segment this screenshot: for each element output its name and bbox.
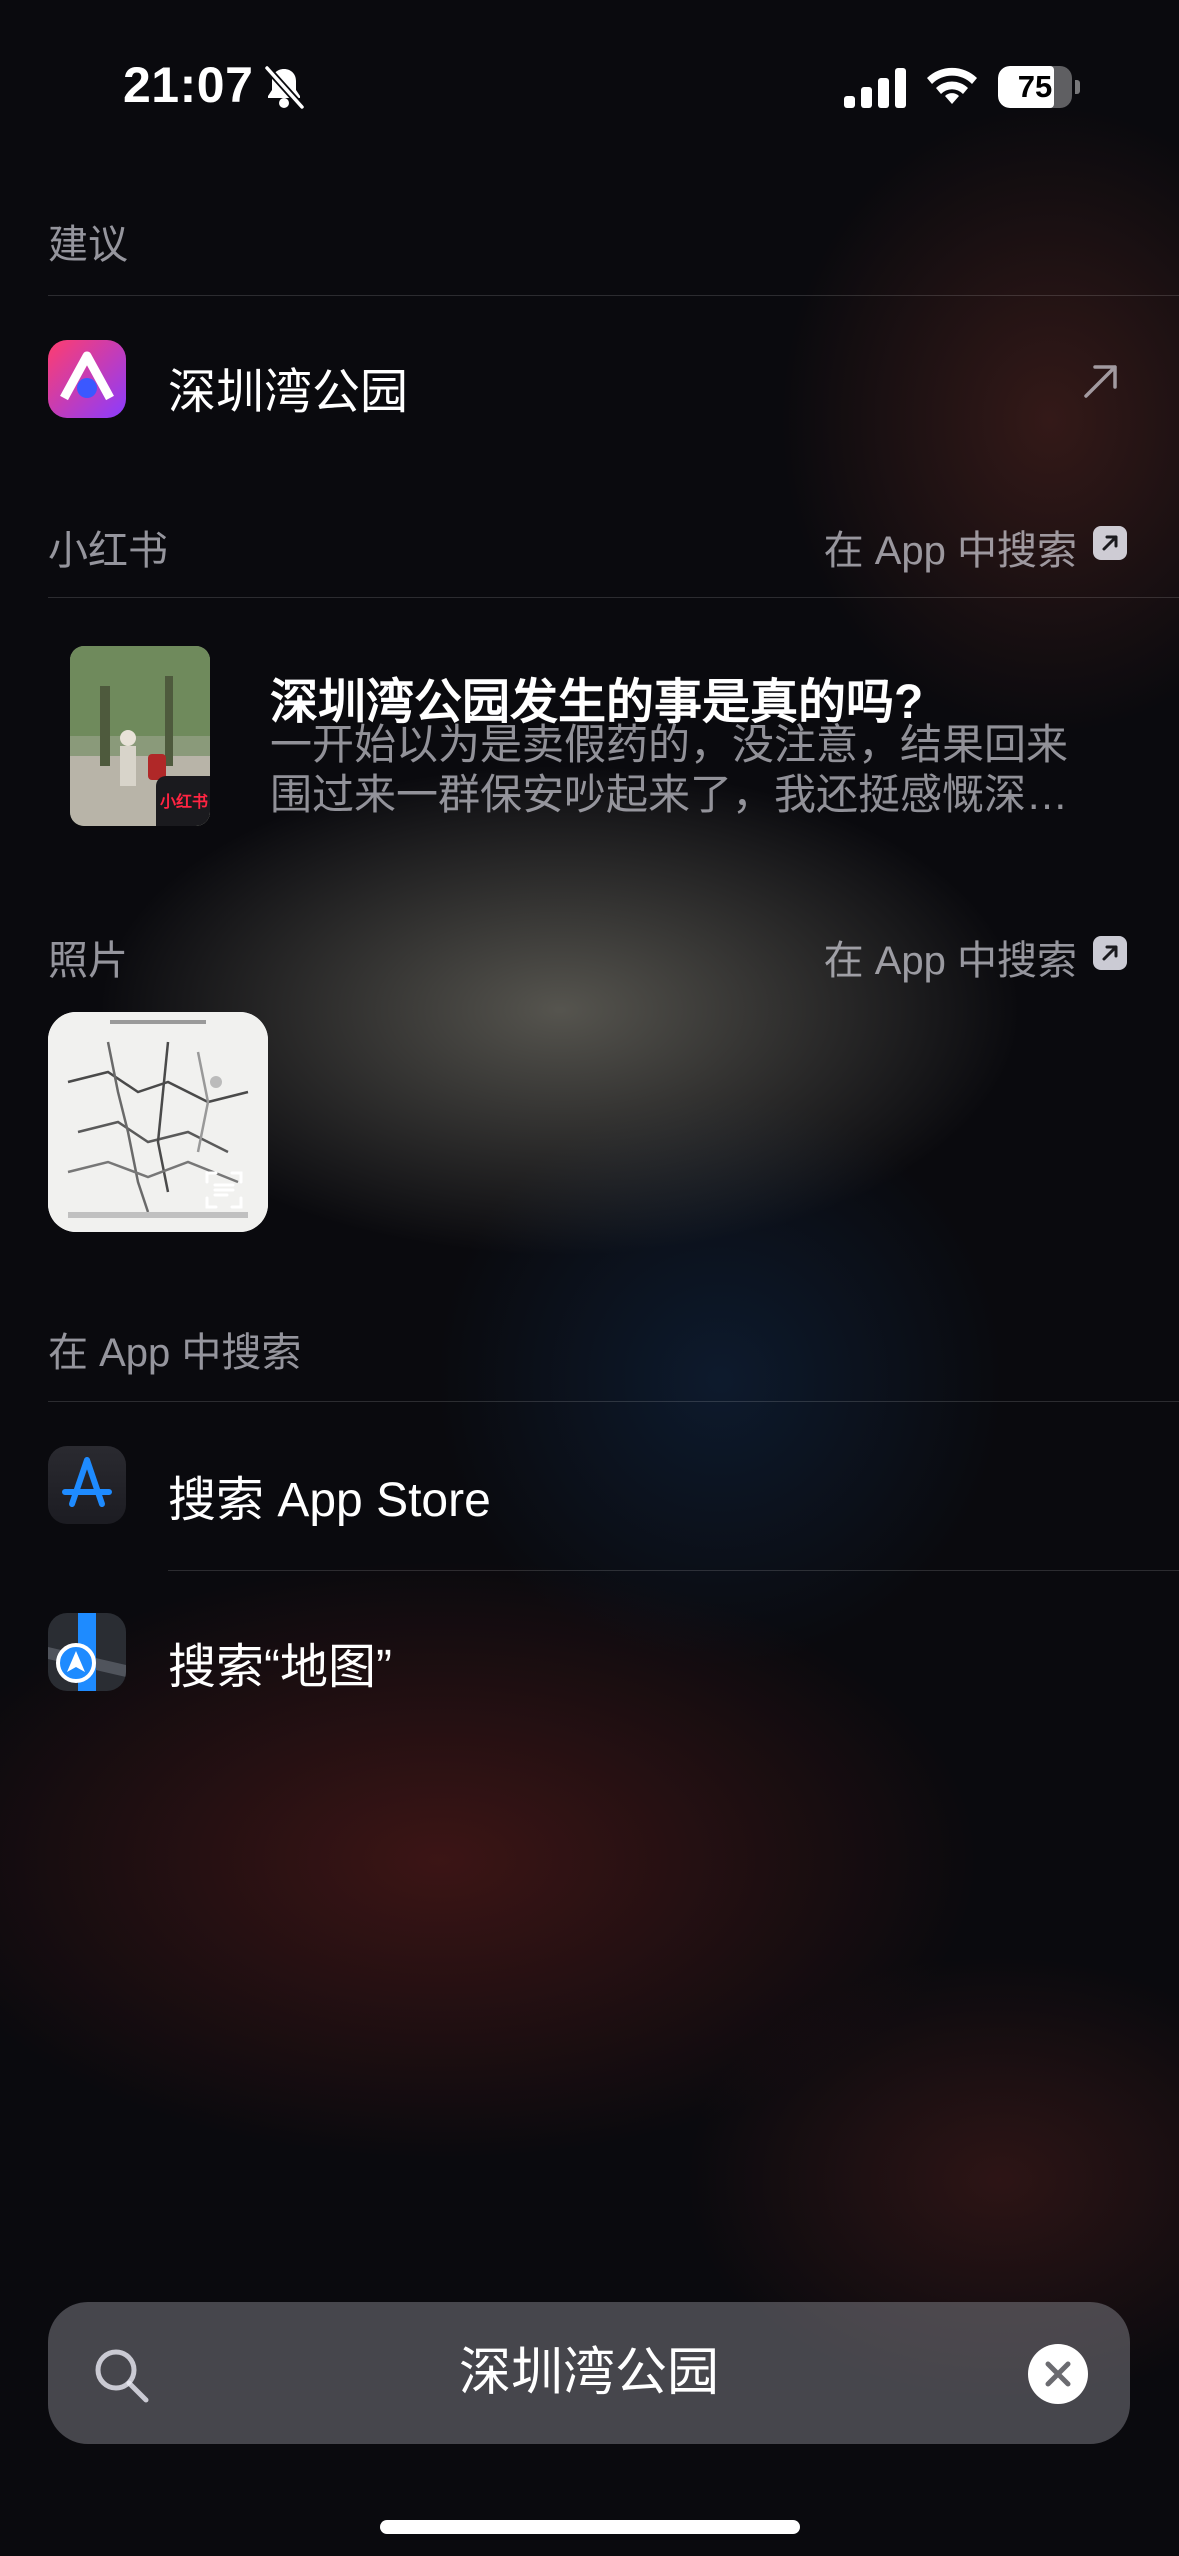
- note-snippet-line1: 一开始以为是卖假药的，没注意，结果回来: [270, 721, 1069, 768]
- xiaohongshu-badge: 小红书: [160, 794, 209, 811]
- suggestion-item[interactable]: 深圳湾公园: [0, 300, 1179, 460]
- signal-icon: [844, 68, 906, 108]
- clear-icon: [1045, 2361, 1071, 2387]
- clear-search-button[interactable]: [1028, 2344, 1088, 2404]
- divider: [168, 1570, 1179, 1571]
- open-in-app-icon[interactable]: [1093, 936, 1127, 970]
- note-thumbnail: 小红书: [70, 646, 210, 826]
- divider: [48, 295, 1179, 296]
- divider: [48, 597, 1179, 598]
- suggestions-header: 建议: [48, 223, 128, 267]
- open-in-app-icon[interactable]: [1093, 526, 1127, 560]
- home-indicator[interactable]: [380, 2520, 800, 2534]
- search-maps-row[interactable]: 搜索“地图”: [0, 1573, 1179, 1738]
- bell-slash-icon: [264, 65, 305, 110]
- xiaohongshu-header: 小红书: [48, 529, 168, 573]
- app-store-icon: [48, 1446, 126, 1524]
- photo-thumbnail[interactable]: [48, 1012, 268, 1232]
- photos-header: 照片: [48, 939, 128, 983]
- xiaohongshu-search-in-app[interactable]: 在 App 中搜索: [824, 518, 1077, 576]
- search-app-store-label: 搜索 App Store: [168, 1474, 491, 1527]
- battery-percentage: 75: [1017, 69, 1053, 104]
- arrow-up-right-icon: [1084, 365, 1117, 398]
- search-app-store-row[interactable]: 搜索 App Store: [0, 1404, 1179, 1569]
- maps-icon: [48, 1613, 126, 1691]
- wifi-icon: [927, 67, 977, 104]
- battery-icon: 75: [998, 66, 1080, 108]
- xiaohongshu-result[interactable]: 小红书 深圳湾公园发生的事是真的吗? 一开始以为是卖假药的，没注意，结果回来 围…: [0, 600, 1179, 850]
- note-snippet: 一开始以为是卖假药的，没注意，结果回来 围过来一群保安吵起来了，我还挺感慨深…: [270, 720, 1120, 820]
- scan-text-icon: [205, 1171, 243, 1209]
- photos-search-in-app[interactable]: 在 App 中搜索: [824, 928, 1077, 986]
- status-time: 21:07: [123, 57, 254, 113]
- divider: [48, 1401, 1179, 1402]
- search-input[interactable]: 深圳湾公园: [48, 2302, 1130, 2444]
- search-maps-label: 搜索“地图”: [168, 1641, 392, 1694]
- search-bar[interactable]: 深圳湾公园: [48, 2302, 1130, 2444]
- suggestion-label: 深圳湾公园: [168, 366, 409, 419]
- search-in-apps-header: 在 App 中搜索: [48, 1331, 302, 1375]
- xiaohongshu-app-icon: [48, 340, 126, 418]
- note-snippet-line2: 围过来一群保安吵起来了，我还挺感慨深…: [270, 771, 1069, 818]
